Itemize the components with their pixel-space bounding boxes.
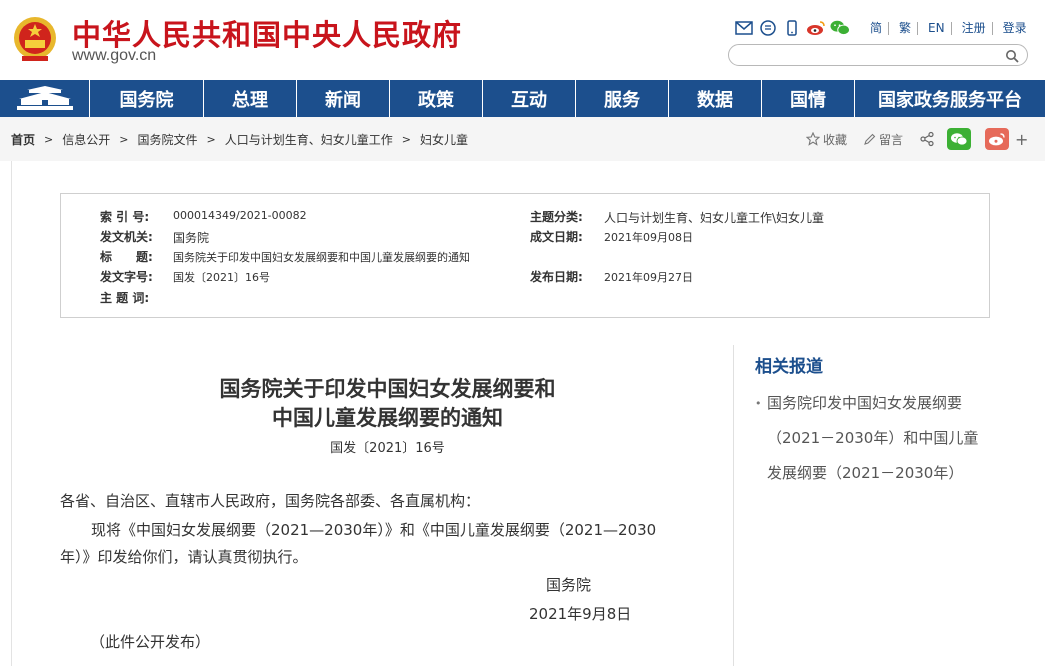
article-note: （此件公开发布） [90, 633, 211, 651]
search-box [728, 44, 1028, 66]
article-title-line1: 国务院关于印发中国妇女发展纲要和 [219, 376, 556, 401]
national-emblem-icon[interactable] [12, 14, 58, 64]
meta-publish-value: 2021年09月27日 [604, 271, 693, 284]
chevron-right-icon: > [44, 133, 54, 146]
meta-index-value: 000014349/2021-00082 [173, 209, 307, 222]
column-divider [733, 345, 734, 666]
article-sign-date: 2021年9月8日 [529, 605, 632, 623]
nav-item-national-info[interactable]: 国情 [762, 80, 855, 117]
english-link[interactable]: EN [922, 21, 952, 35]
pencil-icon [864, 133, 876, 145]
meta-title-label: 标 题: [100, 250, 153, 264]
meta-issuer-value: 国务院 [173, 231, 210, 245]
meta-keywords-label: 主 题 词: [100, 291, 150, 305]
nav-item-state-council[interactable]: 国务院 [90, 80, 204, 117]
nav-item-premier[interactable]: 总理 [204, 80, 297, 117]
nav-item-services[interactable]: 服务 [576, 80, 669, 117]
main-nav: 国务院 总理 新闻 政策 互动 服务 数据 国情 国家政务服务平台 [0, 80, 1045, 117]
meta-docno-value: 国发〔2021〕16号 [173, 271, 270, 284]
mobile-icon[interactable] [782, 18, 802, 38]
more-share-icon[interactable]: + [1015, 130, 1028, 149]
meta-topic-label: 主题分类: [530, 210, 583, 224]
share-weibo-icon[interactable] [985, 128, 1010, 150]
meta-index-label: 索 引 号: [100, 210, 150, 224]
nav-item-news[interactable]: 新闻 [297, 80, 390, 117]
register-link[interactable]: 注册 [956, 21, 993, 35]
breadcrumb-women-children[interactable]: 妇女儿童 [420, 131, 468, 148]
site-header: 中华人民共和国中央人民政府 www.gov.cn 简 繁 EN 注册 登录 [0, 0, 1045, 80]
meta-docno-label: 发文字号: [100, 270, 153, 284]
wechat-icon[interactable] [830, 18, 850, 38]
chevron-right-icon: > [206, 133, 216, 146]
feed-icon[interactable] [758, 18, 778, 38]
related-item-line2[interactable]: （2021－2030年）和中国儿童 [755, 421, 985, 456]
share-icon[interactable] [919, 131, 935, 147]
search-input[interactable] [741, 48, 991, 62]
related-item-line1[interactable]: 国务院印发中国妇女发展纲要 [755, 386, 985, 421]
favorite-button[interactable]: 收藏 [806, 131, 847, 148]
article-doc-number: 国发〔2021〕16号 [330, 441, 445, 456]
share-wechat-icon[interactable] [947, 128, 972, 150]
meta-publish-label: 发布日期: [530, 270, 583, 284]
article-signature: 国务院 [546, 576, 592, 594]
breadcrumb-home[interactable]: 首页 [11, 131, 35, 148]
nav-item-policy[interactable]: 政策 [390, 80, 483, 117]
comment-label: 留言 [879, 132, 904, 147]
meta-date-label: 成文日期: [530, 230, 583, 244]
meta-topic-value: 人口与计划生育、妇女儿童工作\妇女儿童 [604, 211, 825, 225]
breadcrumb-council-docs[interactable]: 国务院文件 [137, 131, 197, 148]
article-para1-line2: 年）》印发给你们，请认真贯彻执行。 [60, 548, 308, 566]
related-title: 相关报道 [755, 357, 823, 377]
simplified-chinese-link[interactable]: 简 [864, 21, 890, 35]
chevron-right-icon: > [401, 133, 411, 146]
tiananmen-icon[interactable] [0, 80, 90, 117]
comment-button[interactable]: 留言 [863, 131, 903, 148]
star-icon [806, 132, 820, 146]
article-title-line2: 中国儿童发展纲要的通知 [272, 405, 503, 430]
meta-date-value: 2021年09月08日 [604, 231, 693, 244]
article-title: 国务院关于印发中国妇女发展纲要和 中国儿童发展纲要的通知 [150, 374, 625, 432]
header-tools: 简 繁 EN 注册 登录 [734, 17, 1033, 39]
login-link[interactable]: 登录 [997, 21, 1033, 35]
article-para1-line1: 现将《中国妇女发展纲要（2021—2030年）》和《中国儿童发展纲要（2021—… [91, 521, 657, 539]
related-item[interactable]: • 国务院印发中国妇女发展纲要 （2021－2030年）和中国儿童 发展纲要（2… [755, 386, 985, 491]
nav-item-data[interactable]: 数据 [669, 80, 762, 117]
meta-title-value: 国务院关于印发中国妇女发展纲要和中国儿童发展纲要的通知 [173, 251, 470, 264]
search-icon[interactable] [1005, 48, 1019, 63]
bullet-icon: • [755, 397, 762, 410]
breadcrumb: 首页 > 信息公开 > 国务院文件 > 人口与计划生育、妇女儿童工作 > 妇女儿… [11, 131, 468, 148]
share-bar: 收藏 留言 + [806, 128, 1028, 150]
traditional-chinese-link[interactable]: 繁 [893, 21, 919, 35]
breadcrumb-population-work[interactable]: 人口与计划生育、妇女儿童工作 [225, 131, 393, 148]
related-item-line3[interactable]: 发展纲要（2021－2030年） [755, 456, 985, 491]
favorite-label: 收藏 [823, 132, 848, 147]
site-url[interactable]: www.gov.cn [72, 47, 156, 65]
weibo-icon[interactable] [806, 18, 826, 38]
mail-icon[interactable] [734, 18, 754, 38]
article-salutation: 各省、自治区、直辖市人民政府，国务院各部委、各直属机构： [60, 492, 481, 510]
chevron-right-icon: > [119, 133, 129, 146]
nav-item-gov-service-platform[interactable]: 国家政务服务平台 [855, 80, 1045, 117]
meta-issuer-label: 发文机关: [100, 230, 153, 244]
nav-item-interaction[interactable]: 互动 [483, 80, 576, 117]
breadcrumb-info-disclosure[interactable]: 信息公开 [62, 131, 110, 148]
